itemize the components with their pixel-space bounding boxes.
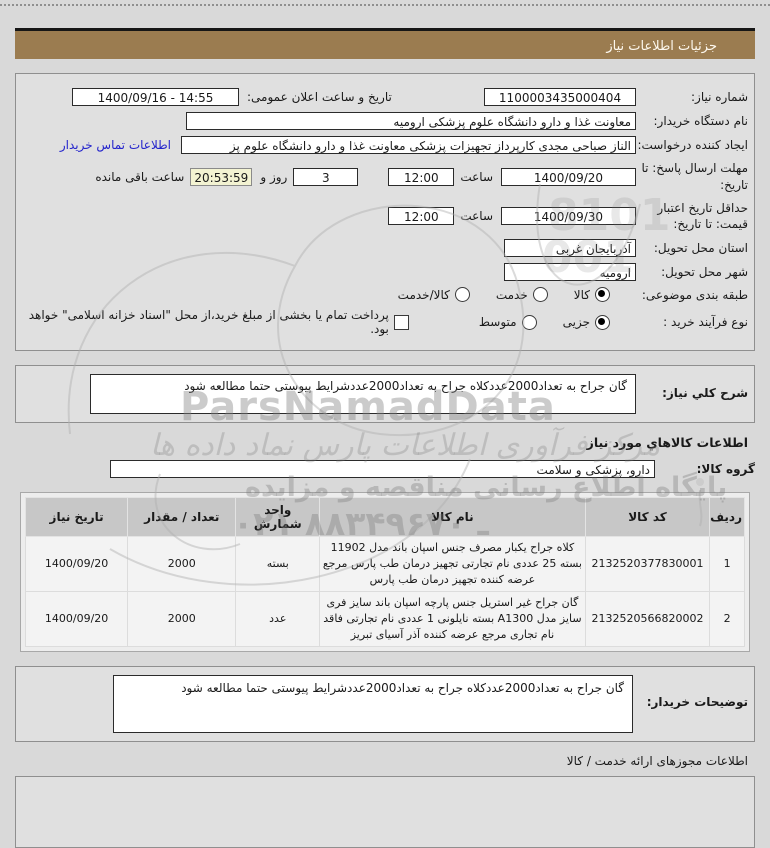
province-field[interactable]: آذربایجان غربی	[504, 239, 636, 258]
goods-group-field[interactable]: دارو، پزشکی و سلامت	[110, 460, 655, 479]
radio-medium[interactable]	[521, 314, 537, 330]
buyer-name-row: نام دستگاه خریدار: معاونت غذا و دارو دان…	[22, 112, 748, 130]
cell-row-number: 2	[709, 591, 745, 647]
buyer-notes-field[interactable]: گان جراح به تعداد2000عددکلاه جراح به تعد…	[113, 674, 633, 733]
reply-deadline-date-field[interactable]: 1400/09/20	[501, 167, 636, 186]
header-row-number: ردیف	[709, 497, 745, 538]
radio-service[interactable]	[532, 287, 548, 303]
header-goods-name: نام کالا	[319, 497, 586, 538]
province-label: استان محل تحویل:	[653, 241, 748, 256]
city-row: شهر محل تحویل: ارومیه	[22, 263, 748, 282]
cell-goods-code: 2132520377830001	[584, 536, 711, 592]
goods-table-header-row: ردیف کد کالا نام کالا واحد شمارش تعداد /…	[24, 497, 745, 538]
table-row: 2 2132520566820002 گان جراح غیر استریل ج…	[24, 591, 745, 647]
days-and-label: روز و	[260, 169, 288, 184]
announce-label: تاریخ و ساعت اعلان عمومی:	[247, 90, 392, 104]
city-field[interactable]: ارومیه	[504, 263, 636, 282]
goods-table-container: ردیف کد کالا نام کالا واحد شمارش تعداد /…	[20, 492, 750, 652]
table-row: 1 2132520377830001 کلاه جراح یکبار مصرف …	[24, 536, 745, 592]
header-need-date: تاریخ نیاز	[24, 497, 129, 538]
process-option-medium[interactable]: متوسط	[478, 314, 537, 330]
need-description-field[interactable]: گان جراح به تعداد2000عددکلاه جراح به تعد…	[90, 374, 636, 415]
buyer-notes-row: توضیحات خریدار: گان جراح به تعداد2000عدد…	[22, 674, 748, 733]
permits-empty-box	[15, 775, 755, 848]
reply-deadline-label: مهلت ارسال پاسخ: تا تاریخ:	[641, 161, 748, 192]
top-dotted-divider	[0, 4, 770, 6]
treasury-checkbox-label: پرداخت تمام یا بخشی از مبلغ خرید،از محل …	[28, 308, 389, 337]
header-unit: واحد شمارش	[235, 497, 321, 538]
details-section-header: جزئیات اطلاعات نیاز	[15, 28, 755, 59]
cell-row-number: 1	[709, 536, 745, 592]
process-type-label: نوع فرآیند خرید :	[663, 315, 748, 330]
treasury-checkbox-option[interactable]: پرداخت تمام یا بخشی از مبلغ خرید،از محل …	[22, 308, 409, 336]
permits-section-title: اطلاعات مجوزهای ارائه خدمت / کالا	[566, 753, 748, 768]
classification-option-goods-service[interactable]: کالا/خدمت	[397, 287, 470, 303]
header-quantity: تعداد / مقدار	[127, 497, 237, 538]
buyer-notes-box: توضیحات خریدار: گان جراح به تعداد2000عدد…	[15, 665, 755, 742]
requester-row: ایجاد کننده درخواست: الناز صباحی مجدی کا…	[22, 136, 748, 154]
price-validity-hour-field[interactable]: 12:00	[388, 207, 455, 226]
countdown-timer: 20:53:59	[190, 167, 253, 186]
cell-goods-name: گان جراح غیر استریل جنس پارچه اسپان باند…	[319, 591, 586, 647]
deadline-hour-label: ساعت	[460, 169, 493, 184]
cell-goods-code: 2132520566820002	[584, 591, 711, 647]
cell-quantity: 2000	[127, 536, 237, 592]
price-validity-row: حداقل تاریخ اعتبار قیمت: تا تاریخ: 1400/…	[22, 200, 748, 234]
requester-label: ایجاد کننده درخواست:	[637, 138, 748, 152]
province-row: استان محل تحویل: آذربایجان غربی	[22, 239, 748, 258]
buyer-notes-label: توضیحات خریدار:	[646, 694, 748, 709]
radio-minor-label: جزیی	[562, 315, 590, 330]
cell-need-date: 1400/09/20	[24, 536, 129, 592]
need-number-field[interactable]: 1100003435000404	[484, 88, 636, 106]
goods-section-title: اطلاعات كالاهاي مورد نياز	[586, 435, 748, 451]
cell-unit: بسته	[235, 536, 321, 592]
radio-medium-label: متوسط	[478, 315, 517, 330]
process-option-minor[interactable]: جزیی	[562, 314, 610, 330]
cell-goods-name: کلاه جراح یکبار مصرف جنس اسپان باند مدل …	[319, 536, 586, 592]
classification-row: طبقه بندی موضوعی: کالا خدمت کالا/خدمت	[22, 287, 748, 303]
price-validity-label: حداقل تاریخ اعتبار قیمت: تا تاریخ:	[657, 200, 748, 232]
cell-unit: عدد	[235, 591, 321, 647]
radio-goods[interactable]	[595, 287, 610, 303]
need-number-label: شماره نیاز:	[691, 90, 748, 104]
announce-datetime-field[interactable]: 1400/09/16 - 14:55	[72, 88, 239, 106]
details-section-title: جزئیات اطلاعات نیاز	[606, 39, 717, 54]
cell-quantity: 2000	[127, 591, 237, 647]
radio-minor[interactable]	[595, 314, 610, 330]
remaining-days-field[interactable]: 3	[293, 167, 359, 186]
cell-need-date: 1400/09/20	[24, 591, 129, 647]
radio-goods-label: کالا	[573, 287, 590, 302]
need-description-label: شرح كلي نياز:	[662, 386, 748, 401]
need-description-row: شرح كلي نياز: گان جراح به تعداد2000عددکل…	[22, 374, 748, 415]
radio-service-label: خدمت	[495, 287, 528, 302]
reply-deadline-hour-field[interactable]: 12:00	[388, 167, 455, 186]
reply-deadline-row: مهلت ارسال پاسخ: تا تاریخ: 1400/09/20 سا…	[22, 160, 748, 194]
need-info-box: شماره نیاز: 1100003435000404 تاریخ و ساع…	[15, 73, 755, 352]
requester-field[interactable]: الناز صباحی مجدی کارپرداز تجهیزات پزشکی …	[181, 136, 636, 154]
price-validity-date-field[interactable]: 1400/09/30	[501, 207, 636, 226]
classification-option-service[interactable]: خدمت	[495, 287, 548, 303]
radio-goods-service[interactable]	[454, 287, 470, 303]
need-details-page: { "title_bar": { "title": "جزئیات اطلاعا…	[0, 4, 770, 848]
goods-group-label: گروه کالا:	[696, 462, 755, 477]
buyer-name-label: نام دستگاه خریدار:	[653, 114, 749, 128]
goods-table: ردیف کد کالا نام کالا واحد شمارش تعداد /…	[24, 497, 745, 647]
radio-goods-service-label: کالا/خدمت	[397, 287, 450, 302]
buyer-contact-link[interactable]: اطلاعات تماس خریدار	[60, 138, 171, 152]
treasury-checkbox[interactable]	[393, 314, 409, 330]
need-description-box: شرح كلي نياز: گان جراح به تعداد2000عددکل…	[15, 365, 755, 424]
city-label: شهر محل تحویل:	[661, 265, 748, 280]
goods-group-row: گروه کالا: دارو، پزشکی و سلامت	[15, 460, 755, 479]
need-number-row: شماره نیاز: 1100003435000404 تاریخ و ساع…	[22, 88, 748, 106]
header-goods-code: کد کالا	[584, 497, 711, 538]
classification-label: طبقه بندی موضوعی:	[641, 287, 748, 302]
process-type-row: نوع فرآیند خرید : جزیی متوسط پرداخت تمام…	[22, 308, 748, 336]
buyer-name-field[interactable]: معاونت غذا و دارو دانشگاه علوم پزشکی ارو…	[186, 112, 636, 130]
validity-hour-label: ساعت	[460, 209, 493, 224]
classification-option-goods[interactable]: کالا	[573, 287, 610, 303]
hours-remaining-label: ساعت باقی مانده	[95, 169, 185, 184]
